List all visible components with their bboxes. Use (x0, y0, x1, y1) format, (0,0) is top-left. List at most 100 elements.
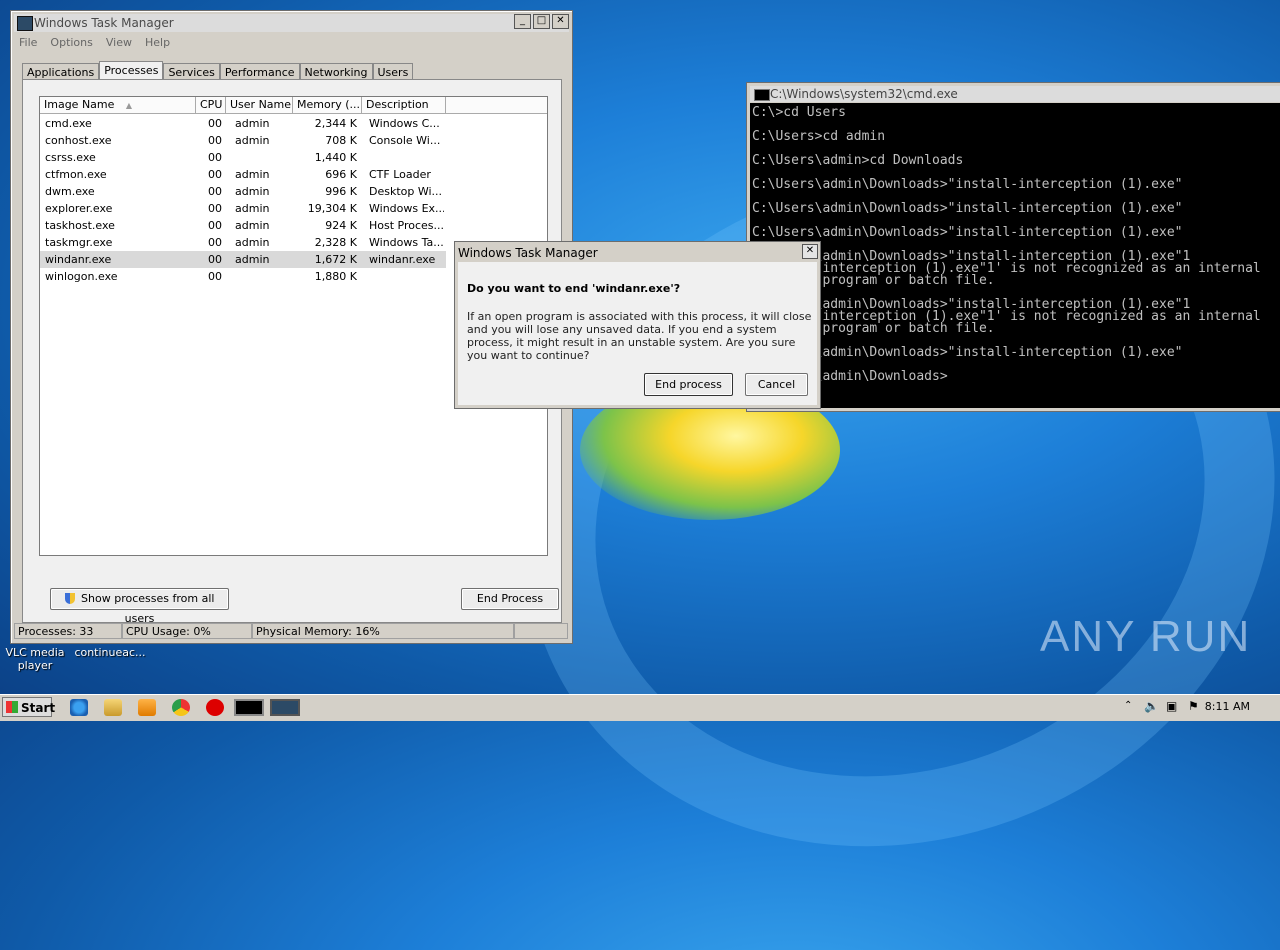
chrome-icon[interactable] (172, 699, 190, 716)
cell-description: CTF Loader (369, 168, 431, 181)
menu-options[interactable]: Options (50, 36, 92, 49)
windows-logo-icon (6, 701, 18, 713)
explorer-icon[interactable] (104, 699, 122, 716)
start-button[interactable]: Start (2, 697, 56, 717)
table-row[interactable]: ctfmon.exe 00 admin 696 K CTF Loader (40, 166, 446, 183)
ie-icon[interactable] (70, 699, 88, 716)
menu-file[interactable]: File (19, 36, 37, 49)
cell-memory: 2,344 K (314, 117, 357, 130)
menu-help[interactable]: Help (145, 36, 170, 49)
process-list-header: Image Name ▲ CPU User Name Memory (... D… (40, 97, 547, 114)
action-center-flag-icon[interactable]: ⚑ (1188, 699, 1199, 713)
table-row[interactable]: windanr.exe 00 admin 1,672 K windanr.exe (40, 251, 446, 268)
cell-memory: 19,304 K (307, 202, 357, 215)
sort-ascending-icon: ▲ (125, 101, 133, 110)
status-cpu: CPU Usage: 0% (122, 623, 252, 639)
column-description[interactable]: Description (362, 97, 446, 113)
desktop-icon-continueac[interactable]: continueac... (72, 646, 148, 659)
cell-memory: 708 K (325, 134, 357, 147)
table-row[interactable]: cmd.exe 00 admin 2,344 K Windows C... (40, 115, 446, 132)
column-memory[interactable]: Memory (... (293, 97, 362, 113)
media-player-icon[interactable] (138, 699, 156, 716)
status-memory: Physical Memory: 16% (252, 623, 514, 639)
cell-description: Host Proces... (369, 219, 444, 232)
network-icon[interactable]: ▣ (1166, 699, 1177, 713)
cell-image-name: dwm.exe (45, 185, 95, 198)
cell-description: Windows C... (369, 117, 440, 130)
opera-icon[interactable] (206, 699, 224, 716)
end-process-button[interactable]: End Process (461, 588, 559, 610)
console-line: C:\Users\admin\Downloads>"install-interc… (752, 225, 1183, 240)
volume-icon[interactable]: 🔈 (1144, 699, 1159, 713)
cell-memory: 1,440 K (314, 151, 357, 164)
table-row[interactable]: taskmgr.exe 00 admin 2,328 K Windows Ta... (40, 234, 446, 251)
end-process-confirm-button[interactable]: End process (644, 373, 733, 396)
clock[interactable]: 8:11 AM (1205, 700, 1250, 713)
cell-image-name: csrss.exe (45, 151, 96, 164)
console-line: C:\Users\admin\Downloads>"install-interc… (752, 177, 1183, 192)
cell-cpu: 00 (208, 134, 222, 147)
taskbar: Start ⌃ 🔈 ▣ ⚑ 8:11 AM (0, 694, 1280, 721)
cmd-titlebar[interactable]: C:\Windows\system32\cmd.exe (750, 86, 1280, 102)
cell-description: Desktop Wi... (369, 185, 443, 198)
dialog-titlebar[interactable]: Windows Task Manager (458, 244, 817, 262)
table-row[interactable]: explorer.exe 00 admin 19,304 K Windows Ex... (40, 200, 446, 217)
console-line: C:\Users\admin>cd Downloads (752, 153, 964, 168)
cell-image-name: taskhost.exe (45, 219, 115, 232)
console-line: C:\Users\admin\Downloads>"install-interc… (752, 201, 1183, 216)
column-user-name[interactable]: User Name (226, 97, 293, 113)
close-button[interactable]: ✕ (552, 14, 569, 29)
cell-memory: 1,880 K (314, 270, 357, 283)
table-row[interactable]: csrss.exe 00 1,440 K (40, 149, 446, 166)
table-row[interactable]: winlogon.exe 00 1,880 K (40, 268, 446, 285)
desktop-icon-vlc[interactable]: VLC media player (4, 646, 66, 672)
cell-image-name: taskmgr.exe (45, 236, 113, 249)
dialog-body: Do you want to end 'windanr.exe'? If an … (458, 262, 817, 405)
cell-cpu: 00 (208, 117, 222, 130)
tab-strip: Applications Processes Services Performa… (22, 61, 414, 82)
cell-user-name: admin (235, 253, 270, 266)
cell-user-name: admin (235, 168, 270, 181)
cell-cpu: 00 (208, 151, 222, 164)
taskmgr-titlebar[interactable]: Windows Task Manager (14, 14, 569, 32)
show-all-users-button[interactable]: Show processes from all users (50, 588, 229, 625)
column-image-name[interactable]: Image Name ▲ (40, 97, 196, 113)
cell-description: windanr.exe (369, 253, 436, 266)
window-controls: _ □ ✕ (514, 14, 569, 29)
dialog-close-button[interactable]: ✕ (802, 244, 818, 259)
desktop-icon-continueac-label: continueac... (74, 646, 146, 659)
cmd-console[interactable]: C:\>cd Users C:\Users>cd admin C:\Users\ad… (750, 103, 1280, 408)
cell-cpu: 00 (208, 236, 222, 249)
table-row[interactable]: taskhost.exe 00 admin 924 K Host Proces... (40, 217, 446, 234)
menu-view[interactable]: View (106, 36, 132, 49)
system-tray: ⌃ 🔈 ▣ ⚑ 8:11 AM (1110, 697, 1280, 717)
taskmgr-icon[interactable] (270, 699, 300, 716)
table-row[interactable]: conhost.exe 00 admin 708 K Console Wi... (40, 132, 446, 149)
status-processes: Processes: 33 (14, 623, 122, 639)
cmd-icon[interactable] (234, 699, 264, 716)
maximize-button[interactable]: □ (533, 14, 550, 29)
table-row[interactable]: dwm.exe 00 admin 996 K Desktop Wi... (40, 183, 446, 200)
column-cpu[interactable]: CPU (196, 97, 226, 113)
column-image-name-label: Image Name (44, 98, 115, 111)
end-process-dialog[interactable]: Windows Task Manager ✕ Do you want to en… (454, 241, 821, 409)
cmd-title-text: C:\Windows\system32\cmd.exe (770, 87, 958, 101)
cell-image-name: conhost.exe (45, 134, 112, 147)
start-label: Start (21, 701, 56, 715)
menu-bar: File Options View Help (19, 36, 170, 49)
cell-user-name: admin (235, 219, 270, 232)
cmd-window[interactable]: C:\Windows\system32\cmd.exe C:\>cd Users… (746, 82, 1280, 412)
cell-description: Windows Ta... (369, 236, 444, 249)
cell-image-name: windanr.exe (45, 253, 112, 266)
status-bar: Processes: 33 CPU Usage: 0% Physical Mem… (14, 623, 568, 640)
cell-cpu: 00 (208, 219, 222, 232)
cancel-button[interactable]: Cancel (745, 373, 808, 396)
minimize-button[interactable]: _ (514, 14, 531, 29)
tray-expand-icon[interactable]: ⌃ (1124, 700, 1132, 711)
cell-user-name: admin (235, 236, 270, 249)
taskmgr-title-text: Windows Task Manager (34, 16, 174, 30)
cell-memory: 1,672 K (314, 253, 357, 266)
cell-cpu: 00 (208, 185, 222, 198)
cell-image-name: ctfmon.exe (45, 168, 107, 181)
resize-grip-icon[interactable] (514, 623, 568, 639)
